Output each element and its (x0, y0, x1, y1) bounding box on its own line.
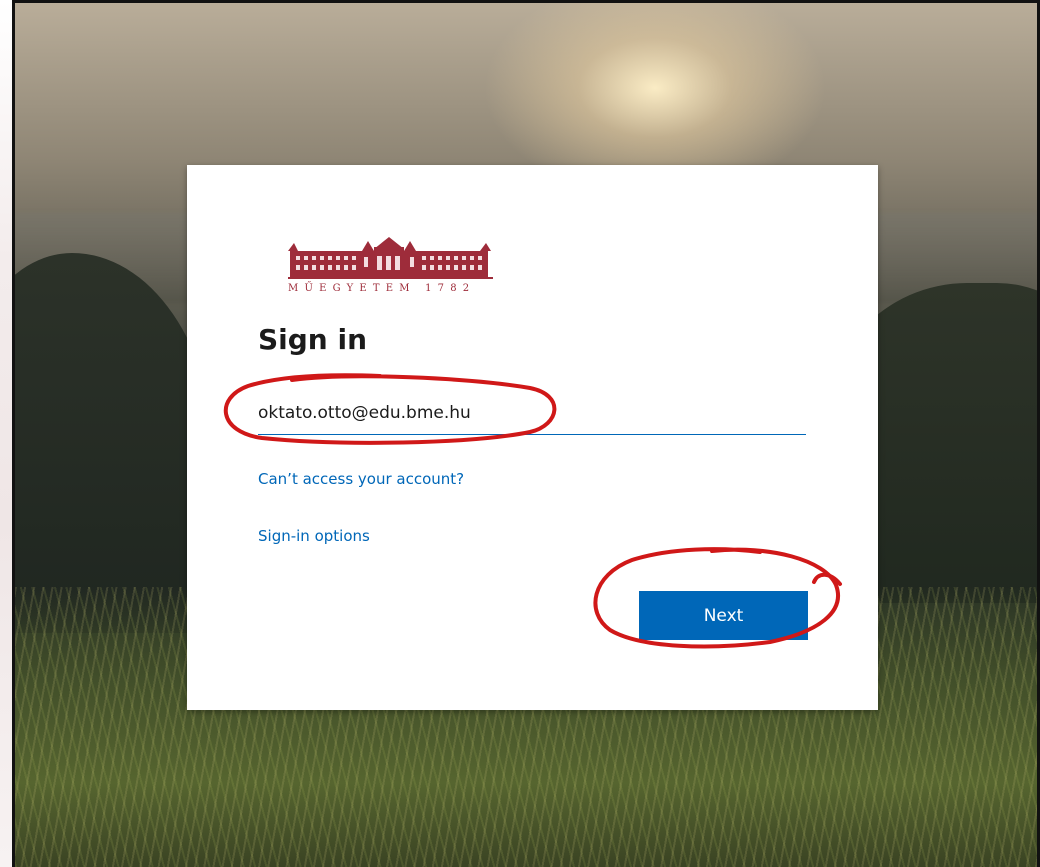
logo-wordmark: MŰEGYETEM 1782 (288, 283, 476, 294)
next-button[interactable]: Next (639, 591, 808, 640)
university-logo: MŰEGYETEM 1782 (288, 237, 498, 297)
page-title: Sign in (258, 323, 368, 356)
left-margin-strip (0, 0, 12, 867)
cant-access-account-link[interactable]: Can’t access your account? (258, 470, 464, 488)
signin-options-link[interactable]: Sign-in options (258, 527, 370, 545)
email-field[interactable] (258, 395, 806, 435)
building-logo-icon (288, 237, 493, 279)
signin-card: MŰEGYETEM 1782 Sign in Can’t access your… (187, 165, 878, 710)
